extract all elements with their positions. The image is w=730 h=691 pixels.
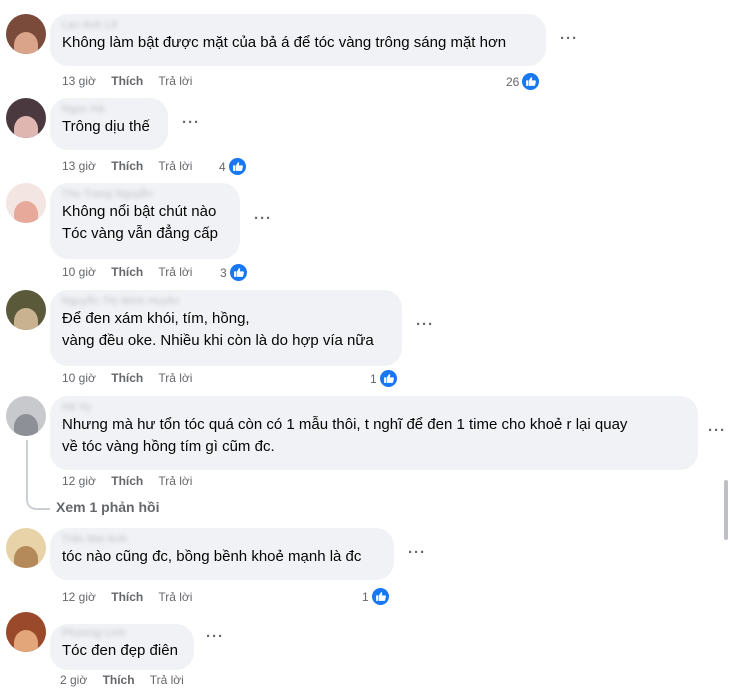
comment-author[interactable]: Ngọc Hà	[62, 104, 156, 116]
avatar-face	[14, 201, 38, 223]
more-options-icon[interactable]: ···	[560, 30, 578, 47]
comment-author[interactable]: Lan Anh Lê	[62, 20, 534, 32]
reaction-count[interactable]: 1	[362, 587, 390, 606]
avatar-face	[14, 414, 38, 436]
comment-text: Tóc đen đẹp điên	[62, 642, 178, 659]
comment-time[interactable]: 13 giờ	[62, 74, 96, 88]
avatar-face	[14, 116, 38, 138]
scrollbar[interactable]	[724, 480, 728, 540]
reply-link[interactable]: Trả lời	[158, 265, 192, 279]
avatar[interactable]	[6, 183, 46, 223]
reaction-number: 1	[362, 589, 369, 604]
reaction-number: 4	[219, 159, 226, 174]
more-options-icon[interactable]: ···	[708, 422, 726, 439]
like-reaction-icon	[521, 72, 541, 91]
comment-text-line-1: Để đen xám khói, tím, hồng,	[62, 310, 250, 327]
comment-time[interactable]: 13 giờ	[62, 159, 96, 173]
like-link[interactable]: Thích	[111, 371, 143, 385]
reaction-count[interactable]: 4	[219, 157, 247, 176]
avatar[interactable]	[6, 290, 46, 330]
comment-bubble: Ngọc Hà Trông dịu thế	[50, 98, 168, 150]
reaction-number: 3	[220, 265, 227, 280]
like-reaction-icon	[370, 587, 390, 606]
comment-bubble: Hà Vy Nhưng mà hư tổn tóc quá còn có 1 m…	[50, 396, 698, 470]
comment-meta: 12 giờ Thích Trả lời	[62, 474, 204, 488]
thread-connector	[26, 440, 28, 496]
comment-time[interactable]: 10 giờ	[62, 371, 96, 385]
comment-bubble: Lan Anh Lê Không làm bật được mặt của bả…	[50, 14, 546, 66]
avatar[interactable]	[6, 396, 46, 436]
comment-text: Không làm bật được mặt của bả á để tóc v…	[62, 34, 507, 51]
more-options-icon[interactable]: ···	[408, 544, 426, 561]
comment-meta: 10 giờ Thích Trả lời	[62, 371, 204, 385]
comment-meta: 12 giờ Thích Trả lời	[62, 590, 204, 604]
like-link[interactable]: Thích	[103, 673, 135, 687]
avatar-face	[14, 308, 38, 330]
like-link[interactable]: Thích	[111, 590, 143, 604]
comment-time[interactable]: 10 giờ	[62, 265, 96, 279]
like-reaction-icon	[228, 263, 248, 282]
reply-link[interactable]: Trả lời	[158, 474, 192, 488]
avatar[interactable]	[6, 612, 46, 652]
avatar-face	[14, 546, 38, 568]
more-options-icon[interactable]: ···	[416, 316, 434, 333]
avatar-face	[14, 630, 38, 652]
comment-text-line-2: vàng đều oke. Nhiều khi còn là do hợp ví…	[62, 332, 374, 349]
reply-link[interactable]: Trả lời	[158, 371, 192, 385]
comment-time[interactable]: 2 giờ	[60, 673, 87, 687]
comment-bubble: Nguyễn Thị Minh Huyền Để đen xám khói, t…	[50, 290, 402, 366]
comment-time[interactable]: 12 giờ	[62, 474, 96, 488]
comment-author[interactable]: Phương Linh	[62, 628, 182, 640]
comment-meta: 10 giờ Thích Trả lời	[62, 265, 204, 279]
reply-link[interactable]: Trả lời	[158, 159, 192, 173]
reply-link[interactable]: Trả lời	[150, 673, 184, 687]
comment-text-line-1: Nhưng mà hư tổn tóc quá còn có 1 mẫu thô…	[62, 416, 628, 433]
comment-text: Trông dịu thế	[62, 118, 150, 135]
comment-text: tóc nào cũng đc, bồng bềnh khoẻ mạnh là …	[62, 548, 362, 565]
view-replies-link[interactable]: Xem 1 phản hồi	[56, 499, 159, 515]
comment-text-line-2: về tóc vàng hồng tím gì cũm đc.	[62, 438, 275, 455]
avatar[interactable]	[6, 98, 46, 138]
like-reaction-icon	[227, 157, 247, 176]
more-options-icon[interactable]: ···	[182, 114, 200, 131]
like-link[interactable]: Thích	[111, 74, 143, 88]
comment-author[interactable]: Hà Vy	[62, 402, 686, 414]
reaction-count[interactable]: 1	[370, 369, 398, 388]
comment-meta: 13 giờ Thích Trả lời	[62, 159, 204, 173]
like-reaction-icon	[378, 369, 398, 388]
reaction-count[interactable]: 3	[220, 263, 248, 282]
comment-author[interactable]: Thu Trang Nguyễn	[62, 189, 228, 201]
comment-bubble: Trần Mai Anh tóc nào cũng đc, bồng bềnh …	[50, 528, 394, 580]
thread-connector-curve	[26, 494, 50, 510]
like-link[interactable]: Thích	[111, 159, 143, 173]
comment-meta: 2 giờ Thích Trả lời	[60, 673, 196, 687]
avatar[interactable]	[6, 528, 46, 568]
more-options-icon[interactable]: ···	[254, 210, 272, 227]
reaction-count[interactable]: 26	[506, 72, 541, 91]
comment-text-line-1: Không nổi bật chút nào	[62, 203, 217, 220]
comment-bubble: Phương Linh Tóc đen đẹp điên	[50, 624, 194, 670]
avatar-face	[14, 32, 38, 54]
reply-link[interactable]: Trả lời	[158, 590, 192, 604]
comment-meta: 13 giờ Thích Trả lời	[62, 74, 204, 88]
comment-bubble: Thu Trang Nguyễn Không nổi bật chút nào …	[50, 183, 240, 259]
avatar[interactable]	[6, 14, 46, 54]
comment-author[interactable]: Trần Mai Anh	[62, 534, 382, 546]
comment-text-line-2: Tóc vàng vẫn đẳng cấp	[62, 225, 218, 242]
more-options-icon[interactable]: ···	[206, 628, 224, 645]
like-link[interactable]: Thích	[111, 474, 143, 488]
comment-author[interactable]: Nguyễn Thị Minh Huyền	[62, 296, 390, 308]
reaction-number: 1	[370, 371, 377, 386]
like-link[interactable]: Thích	[111, 265, 143, 279]
comment-time[interactable]: 12 giờ	[62, 590, 96, 604]
reaction-number: 26	[506, 74, 520, 89]
reply-link[interactable]: Trả lời	[158, 74, 192, 88]
